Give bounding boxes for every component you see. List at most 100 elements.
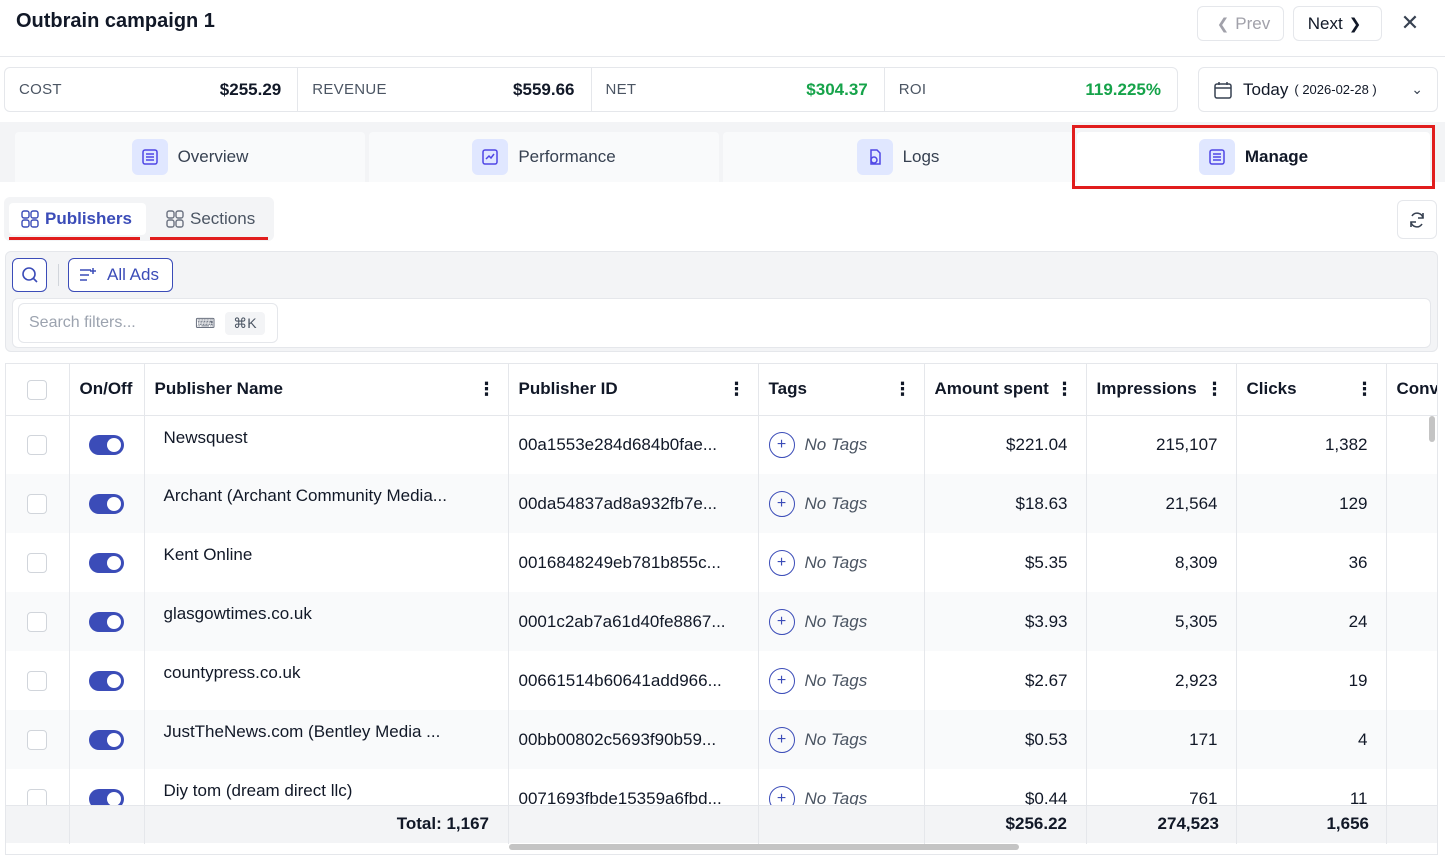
more-vertical-icon[interactable]: ⋮ — [1056, 379, 1074, 400]
divider — [69, 806, 70, 844]
search-input[interactable] — [29, 314, 189, 332]
publisher-name: Archant (Archant Community Media... — [144, 474, 509, 533]
select-all-checkbox[interactable] — [27, 379, 48, 400]
tab-label: Logs — [902, 147, 940, 166]
clicks: 19 — [1236, 651, 1387, 710]
on-off-toggle[interactable] — [89, 670, 124, 691]
row-checkbox[interactable] — [27, 729, 48, 750]
prev-label: Prev — [1235, 13, 1271, 33]
no-tags-label: No Tags — [804, 552, 868, 572]
add-tag-icon[interactable]: + — [768, 431, 795, 458]
search-button[interactable] — [12, 258, 47, 292]
more-vertical-icon[interactable]: ⋮ — [728, 379, 746, 400]
impressions: 2,923 — [1086, 651, 1237, 710]
row-checkbox[interactable] — [27, 552, 48, 573]
date-main: Today — [1243, 79, 1289, 99]
table-row[interactable]: JustTheNews.com (Bentley Media ... 00bb00… — [6, 710, 1437, 769]
all-ads-button[interactable]: All Ads — [68, 258, 173, 292]
on-off-toggle[interactable] — [89, 552, 124, 573]
more-vertical-icon[interactable]: ⋮ — [1356, 379, 1374, 400]
add-tag-icon[interactable]: + — [768, 726, 795, 753]
page-title: Outbrain campaign 1 — [16, 10, 215, 32]
column-label: Amount spent — [934, 379, 1049, 399]
impressions: 215,107 — [1086, 415, 1237, 474]
horizontal-scrollbar[interactable] — [509, 844, 1019, 850]
add-tag-icon[interactable]: + — [768, 667, 795, 694]
amount-spent: $18.63 — [924, 474, 1087, 533]
refresh-button[interactable] — [1397, 200, 1437, 239]
more-vertical-icon[interactable]: ⋮ — [478, 379, 496, 400]
subtabs: Publishers Sections — [4, 197, 274, 241]
tags-cell: + No Tags — [758, 474, 925, 533]
more-vertical-icon[interactable]: ⋮ — [894, 379, 912, 400]
toggle-cell — [69, 533, 145, 592]
tab-performance[interactable]: Performance — [369, 132, 719, 182]
impressions: 21,564 — [1086, 474, 1237, 533]
divider — [144, 806, 145, 844]
next-button[interactable]: Next ❯ — [1293, 6, 1382, 41]
column-header[interactable]: Amount spent ⋮ — [924, 364, 1087, 416]
column-label: Publisher ID — [518, 379, 618, 399]
table-header: On/Off Publisher Name ⋮ Publisher ID ⋮ Tag… — [6, 364, 1437, 416]
stat-value: $255.29 — [219, 79, 282, 99]
chevron-down-icon: ⌄ — [1411, 81, 1423, 97]
calendar-icon — [1214, 81, 1232, 99]
table-row[interactable]: Kent Online 0016848249eb781b855c... + No Ta… — [6, 533, 1437, 592]
column-header[interactable]: Publisher Name ⋮ — [144, 364, 509, 416]
date-range-select[interactable]: Today ( 2026-02-28 ) ⌄ — [1198, 67, 1438, 112]
publisher-name: Kent Online — [144, 533, 509, 592]
on-off-toggle[interactable] — [89, 729, 124, 750]
column-header[interactable]: Publisher ID ⋮ — [508, 364, 759, 416]
table-row[interactable]: Archant (Archant Community Media... 00da5… — [6, 474, 1437, 533]
publisher-id: 0016848249eb781b855c... — [508, 533, 759, 592]
tags-cell: + No Tags — [758, 651, 925, 710]
column-header[interactable]: Tags ⋮ — [758, 364, 925, 416]
subtab-publishers[interactable]: Publishers — [9, 203, 146, 235]
subtab-sections[interactable]: Sections — [154, 203, 267, 235]
next-label: Next — [1307, 13, 1343, 33]
underline-highlight — [150, 237, 268, 240]
table-row[interactable]: Newsquest 00a1553e284d684b0fae... + No Tags… — [6, 415, 1437, 474]
on-off-toggle[interactable] — [89, 611, 124, 632]
refresh-icon — [1410, 211, 1424, 228]
column-header[interactable]: Conv — [1386, 364, 1437, 416]
totals-row: Total: 1,167 $256.22 274,523 1,656 — [6, 805, 1437, 844]
on-off-toggle[interactable] — [89, 435, 124, 455]
add-tag-icon[interactable]: + — [768, 490, 795, 517]
toggle-cell — [69, 710, 145, 769]
tab-logs[interactable]: Logs — [723, 132, 1073, 182]
toggle-cell — [69, 474, 145, 533]
column-label: Publisher Name — [154, 379, 284, 399]
more-vertical-icon[interactable]: ⋮ — [1206, 379, 1224, 400]
toggle-cell — [69, 651, 145, 710]
clicks: 24 — [1236, 592, 1387, 651]
conv-cell — [1386, 474, 1437, 533]
tab-overview[interactable]: Overview — [15, 132, 365, 182]
highlight-box — [1072, 125, 1435, 189]
add-tag-icon[interactable]: + — [768, 608, 795, 635]
close-icon[interactable]: ✕ — [1397, 10, 1423, 36]
divider — [1236, 806, 1237, 844]
column-header[interactable]: Impressions ⋮ — [1086, 364, 1237, 416]
filter-panel: All Ads ⌨ ⌘K — [5, 251, 1438, 352]
publisher-id: 00da54837ad8a932fb7e... — [508, 474, 759, 533]
prev-button[interactable]: ❮ Prev — [1197, 6, 1284, 41]
column-label: Clicks — [1246, 379, 1297, 399]
impressions: 171 — [1086, 710, 1237, 769]
search-field[interactable]: ⌨ ⌘K — [18, 303, 278, 343]
row-checkbox[interactable] — [27, 435, 48, 455]
vertical-scrollbar[interactable] — [1429, 416, 1435, 442]
table-row[interactable]: countypress.co.uk 00661514b60641add966...… — [6, 651, 1437, 710]
table-row[interactable]: glasgowtimes.co.uk 0001c2ab7a61d40fe8867.… — [6, 592, 1437, 651]
checkbox-cell — [6, 710, 70, 769]
no-tags-label: No Tags — [804, 493, 868, 513]
amount-spent: $0.53 — [924, 710, 1087, 769]
on-off-toggle[interactable] — [89, 493, 124, 514]
row-checkbox[interactable] — [27, 493, 48, 514]
row-checkbox[interactable] — [27, 670, 48, 691]
row-checkbox[interactable] — [27, 611, 48, 632]
tags-cell: + No Tags — [758, 710, 925, 769]
column-header[interactable]: Clicks ⋮ — [1236, 364, 1387, 416]
publisher-name: glasgowtimes.co.uk — [144, 592, 509, 651]
add-tag-icon[interactable]: + — [768, 549, 795, 576]
